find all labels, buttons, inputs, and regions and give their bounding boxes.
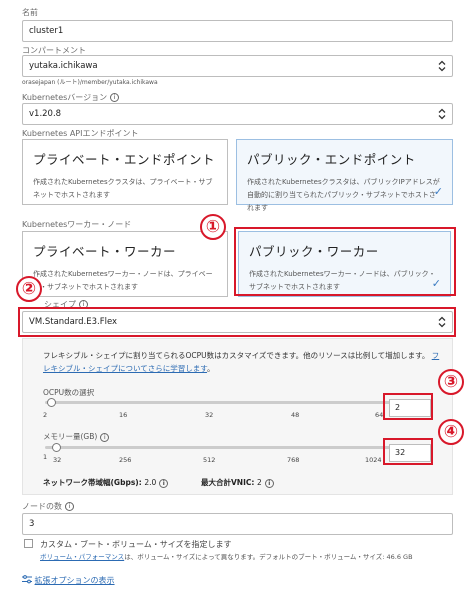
memory-tick: 32: [53, 456, 62, 464]
memory-tick: 1024: [365, 456, 382, 464]
memory-tick: 512: [203, 456, 216, 464]
callout-1: ①: [200, 214, 226, 240]
ocpu-tick: 48: [291, 411, 300, 419]
memory-slider-track[interactable]: [45, 446, 397, 449]
compartment-select[interactable]: yutaka.ichikawa: [22, 55, 453, 77]
ocpu-slider-handle[interactable]: [46, 398, 56, 407]
compartment-path: orasejapan (ルート)/member/yutaka.ichikawa: [22, 79, 158, 86]
vnic-value: 2: [257, 478, 262, 487]
callout-2: ②: [16, 276, 42, 302]
info-icon[interactable]: i: [110, 93, 120, 102]
memory-tick: 768: [287, 456, 300, 464]
k8s-version-label: Kubernetesバージョン: [22, 93, 108, 102]
card-desc: 作成されたKubernetesワーカー・ノードは、プライベート・サブネットでホス…: [33, 270, 213, 291]
vnic-row: 最大合計VNIC: 2i: [201, 477, 274, 488]
callout-3: ③: [438, 369, 464, 395]
boot-volume-label: カスタム・ブート・ボリューム・サイズを指定します: [40, 540, 232, 549]
worker-nodes-label: Kubernetesワーカー・ノード: [22, 220, 132, 229]
memory-tick: 256: [119, 456, 132, 464]
card-title: プライベート・エンドポイント: [33, 152, 216, 167]
private-worker-card[interactable]: プライベート・ワーカー 作成されたKubernetesワーカー・ノードは、プライ…: [22, 231, 228, 297]
checkmark-icon: ✓: [433, 185, 443, 198]
boot-volume-note: は、ボリューム・サイズによって異なります。デフォルトのブート・ボリューム・サイズ…: [124, 553, 413, 561]
flex-desc-text: フレキシブル・シェイプに割り当てられるOCPU数はカスタマイズできます。他のリソ…: [43, 351, 430, 360]
node-count-input[interactable]: 3: [22, 513, 453, 535]
private-endpoint-card[interactable]: プライベート・エンドポイント 作成されたKubernetesクラスタは、プライベ…: [22, 139, 228, 205]
api-endpoint-label: Kubernetes APIエンドポイント: [22, 129, 139, 138]
card-title: プライベート・ワーカー: [33, 244, 177, 259]
advanced-options-toggle[interactable]: 拡張オプションの表示: [22, 575, 115, 586]
advanced-options-link[interactable]: 拡張オプションの表示: [35, 576, 115, 585]
memory-label-row: メモリー量(GB) i: [43, 431, 110, 442]
callout-4: ④: [438, 419, 464, 445]
callout-box-1: [234, 227, 456, 296]
node-count-label: ノードの数: [22, 502, 62, 511]
info-icon[interactable]: i: [159, 478, 169, 488]
boot-volume-note-row: ボリューム・パフォーマンスは、ボリューム・サイズによって異なります。デフォルトの…: [40, 551, 413, 561]
bandwidth-value: 2.0: [144, 478, 157, 487]
card-desc: 作成されたKubernetesクラスタは、プライベート・サブネットでホストされま…: [33, 178, 213, 199]
chevron-updown-icon: [438, 60, 446, 72]
volume-performance-link[interactable]: ボリューム・パフォーマンス: [40, 553, 124, 561]
info-icon[interactable]: i: [264, 478, 274, 488]
memory-tick: 1: [43, 453, 48, 461]
memory-label: メモリー量(GB): [43, 432, 98, 441]
public-endpoint-card[interactable]: パブリック・エンドポイント 作成されたKubernetesクラスタは、パブリック…: [236, 139, 453, 212]
name-label: 名前: [22, 8, 38, 17]
bandwidth-row: ネットワーク帯域幅(Gbps): 2.0 i: [43, 477, 169, 488]
k8s-version-select[interactable]: v1.20.8: [22, 103, 453, 125]
k8s-version-value: v1.20.8: [29, 109, 62, 119]
callout-box-4: [383, 438, 433, 465]
ocpu-label: OCPU数の選択: [43, 388, 95, 397]
ocpu-tick: 32: [205, 411, 214, 419]
callout-box-3: [383, 393, 433, 420]
ocpu-tick: 16: [119, 411, 128, 419]
info-icon[interactable]: i: [65, 502, 74, 511]
vnic-label: 最大合計VNIC:: [201, 478, 255, 487]
callout-box-2: [18, 307, 456, 337]
chevron-updown-icon: [438, 108, 446, 120]
compartment-value: yutaka.ichikawa: [29, 61, 98, 71]
ocpu-tick: 2: [43, 411, 48, 419]
bandwidth-label: ネットワーク帯域幅(Gbps):: [43, 478, 142, 487]
info-icon[interactable]: i: [100, 432, 110, 442]
memory-slider-handle[interactable]: [51, 443, 61, 452]
flex-description: フレキシブル・シェイプに割り当てられるOCPU数はカスタマイズできます。他のリソ…: [43, 349, 443, 375]
card-desc: 作成されたKubernetesクラスタは、パブリックIPアドレスが自動的に割り当…: [247, 178, 440, 212]
name-input[interactable]: cluster1: [22, 20, 453, 42]
sliders-icon: [22, 575, 32, 586]
node-count-label-row: ノードの数 i: [22, 501, 74, 512]
k8s-version-label-row: Kubernetesバージョン i: [22, 92, 120, 103]
card-title: パブリック・エンドポイント: [247, 152, 416, 167]
flex-desc-period: 。: [207, 364, 215, 373]
ocpu-slider-track[interactable]: [45, 401, 397, 404]
boot-volume-checkbox[interactable]: [24, 539, 33, 548]
